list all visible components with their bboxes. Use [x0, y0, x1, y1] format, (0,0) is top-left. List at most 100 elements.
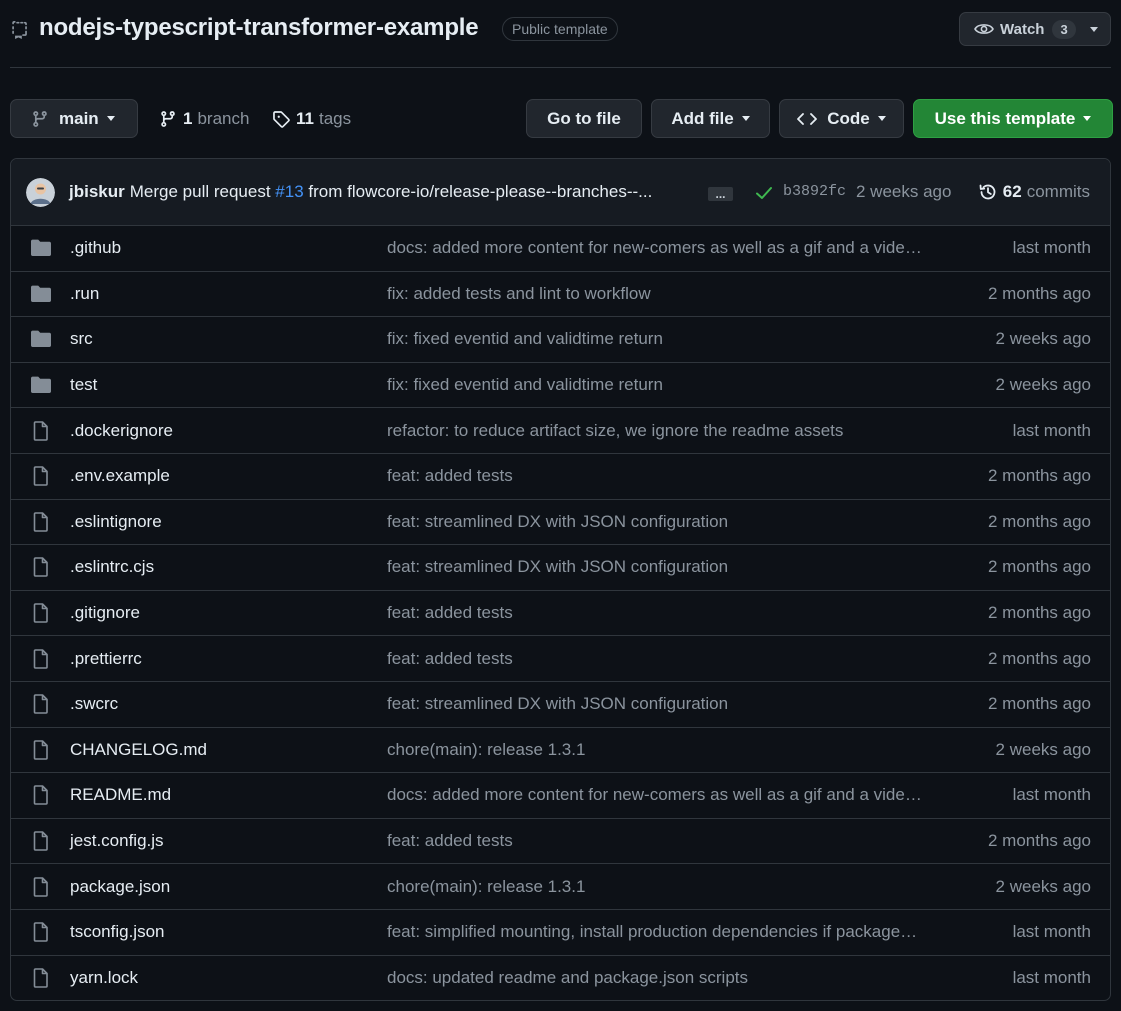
visibility-badge: Public template: [502, 17, 618, 41]
file-icon: [33, 968, 48, 989]
commits-label: commits: [1026, 182, 1090, 201]
chevron-down-icon: [106, 116, 115, 121]
file-commit-link[interactable]: feat: streamlined DX with JSON configura…: [387, 512, 952, 532]
file-commit-age: 2 months ago: [987, 466, 1091, 486]
go-to-file-button[interactable]: Go to file: [526, 99, 642, 138]
file-name-link[interactable]: package.json: [70, 877, 170, 897]
expand-commit-message-button[interactable]: ...: [708, 187, 733, 201]
file-row[interactable]: .prettierrc feat: added tests 2 months ago: [11, 636, 1110, 682]
file-commit-age: last month: [1012, 922, 1091, 942]
check-icon[interactable]: [755, 185, 773, 201]
commit-message-prefix: Merge pull request: [129, 182, 271, 201]
add-file-button[interactable]: Add file: [651, 99, 770, 138]
file-name-link[interactable]: .swcrc: [70, 694, 118, 714]
file-commit-link[interactable]: feat: added tests: [387, 603, 952, 623]
commit-sha-link[interactable]: b3892fc: [783, 183, 846, 200]
file-row[interactable]: .eslintignore feat: streamlined DX with J…: [11, 500, 1110, 546]
file-icon: [33, 603, 48, 623]
file-icon: [33, 512, 48, 532]
file-row[interactable]: .swcrc feat: streamlined DX with JSON con…: [11, 682, 1110, 728]
file-commit-link[interactable]: chore(main): release 1.3.1: [387, 740, 952, 760]
tags-label: tags: [318, 108, 352, 128]
pull-request-link[interactable]: #13: [275, 182, 303, 201]
file-name-link[interactable]: .env.example: [70, 466, 170, 486]
file-row[interactable]: .github docs: added more content for new-…: [11, 226, 1110, 272]
file-name-link[interactable]: .run: [70, 284, 99, 304]
file-row[interactable]: CHANGELOG.md chore(main): release 1.3.1 2 …: [11, 728, 1110, 774]
branch-select-button[interactable]: main: [10, 99, 138, 138]
file-commit-age: 2 months ago: [987, 283, 1091, 303]
file-commit-link[interactable]: docs: added more content for new-comers …: [387, 238, 952, 258]
file-name-link[interactable]: .prettierrc: [70, 649, 142, 669]
file-icon: [33, 876, 48, 897]
file-row[interactable]: .gitignore feat: added tests 2 months ago: [11, 591, 1110, 637]
code-button[interactable]: Code: [779, 99, 904, 138]
file-row[interactable]: .dockerignore refactor: to reduce artifac…: [11, 408, 1110, 454]
file-commit-link[interactable]: feat: streamlined DX with JSON configura…: [387, 694, 952, 714]
file-name-link[interactable]: .eslintignore: [70, 512, 162, 532]
commits-history-link[interactable]: 62 commits: [978, 182, 1090, 202]
file-commit-age: 2 months ago: [987, 831, 1091, 851]
file-list: .github docs: added more content for new-…: [11, 226, 1110, 1001]
file-row[interactable]: .eslintrc.cjs feat: streamlined DX with J…: [11, 545, 1110, 591]
file-commit-link[interactable]: feat: added tests: [387, 649, 952, 669]
file-row[interactable]: src fix: fixed eventid and validtime retu…: [11, 317, 1110, 363]
file-commit-link[interactable]: docs: added more content for new-comers …: [387, 785, 952, 805]
chevron-down-icon: [1083, 116, 1092, 121]
chevron-down-icon: [877, 116, 886, 121]
file-name-link[interactable]: README.md: [70, 785, 171, 805]
git-branch-icon: [161, 110, 175, 127]
file-row[interactable]: README.md docs: added more content for ne…: [11, 773, 1110, 819]
use-template-button[interactable]: Use this template: [913, 99, 1113, 138]
file-row[interactable]: tsconfig.json feat: simplified mounting, …: [11, 910, 1110, 956]
watch-label: Watch: [1000, 20, 1045, 38]
commit-message[interactable]: Merge pull request #13 from flowcore-io/…: [130, 182, 653, 202]
file-commit-link[interactable]: feat: simplified mounting, install produ…: [387, 922, 952, 942]
branches-link[interactable]: 1 branch: [159, 99, 249, 138]
file-name-link[interactable]: tsconfig.json: [70, 922, 165, 942]
file-row[interactable]: .env.example feat: added tests 2 months ag…: [11, 454, 1110, 500]
watch-button[interactable]: Watch 3: [959, 12, 1111, 46]
commit-message-suffix: from flowcore-io/release-please--branche…: [308, 182, 653, 201]
file-commit-link[interactable]: fix: fixed eventid and validtime return: [387, 329, 952, 349]
file-commit-link[interactable]: refactor: to reduce artifact size, we ig…: [387, 421, 952, 441]
commit-time: 2 weeks ago: [856, 182, 952, 201]
repo-name-link[interactable]: nodejs-typescript-transformer-example: [39, 14, 479, 42]
file-name-link[interactable]: CHANGELOG.md: [70, 740, 207, 760]
file-commit-link[interactable]: feat: added tests: [387, 831, 952, 851]
file-name-link[interactable]: .github: [70, 238, 121, 258]
tag-icon: [273, 110, 290, 128]
commit-author-link[interactable]: jbiskur: [69, 182, 125, 202]
file-name-link[interactable]: .gitignore: [70, 603, 140, 623]
file-commit-link[interactable]: fix: fixed eventid and validtime return: [387, 375, 952, 395]
file-commit-link[interactable]: chore(main): release 1.3.1: [387, 877, 952, 897]
file-commit-age: 2 months ago: [987, 603, 1091, 623]
watch-count: 3: [1052, 19, 1076, 39]
file-row[interactable]: yarn.lock docs: updated readme and packag…: [11, 956, 1110, 1001]
file-name-link[interactable]: src: [70, 329, 93, 349]
file-name-link[interactable]: jest.config.js: [70, 831, 164, 851]
branches-count: 1: [183, 108, 193, 128]
go-to-file-label: Go to file: [547, 108, 621, 128]
branches-label: branch: [197, 108, 250, 128]
current-branch-label: main: [59, 108, 99, 128]
file-name-link[interactable]: test: [70, 375, 97, 395]
file-commit-link[interactable]: fix: added tests and lint to workflow: [387, 284, 952, 304]
file-commit-age: 2 weeks ago: [995, 876, 1091, 896]
file-commit-age: 2 months ago: [987, 511, 1091, 531]
file-name-link[interactable]: .dockerignore: [70, 421, 173, 441]
file-commit-link[interactable]: feat: added tests: [387, 466, 952, 486]
file-row[interactable]: package.json chore(main): release 1.3.1 2 …: [11, 864, 1110, 910]
tags-link[interactable]: 11 tags: [272, 99, 351, 138]
file-name-link[interactable]: .eslintrc.cjs: [70, 557, 154, 577]
file-icon: [33, 922, 48, 943]
file-commit-age: 2 weeks ago: [995, 375, 1091, 395]
file-row[interactable]: test fix: fixed eventid and validtime ret…: [11, 363, 1110, 409]
file-row[interactable]: .run fix: added tests and lint to workflo…: [11, 272, 1110, 318]
file-name-link[interactable]: yarn.lock: [70, 968, 138, 988]
file-commit-link[interactable]: docs: updated readme and package.json sc…: [387, 968, 952, 988]
file-row[interactable]: jest.config.js feat: added tests 2 months …: [11, 819, 1110, 865]
avatar[interactable]: [26, 177, 55, 207]
file-icon: [33, 831, 48, 851]
file-commit-link[interactable]: feat: streamlined DX with JSON configura…: [387, 557, 952, 577]
